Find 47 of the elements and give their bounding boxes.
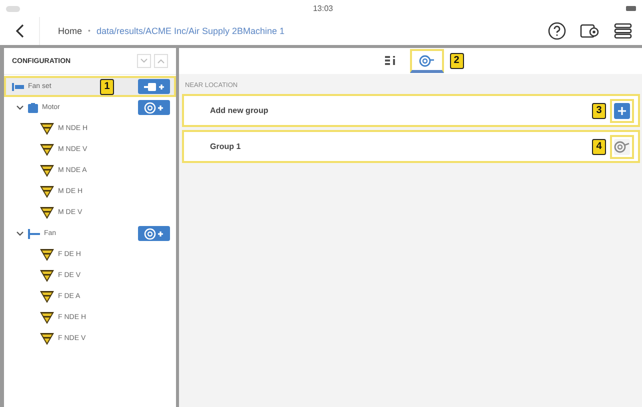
motor-icon <box>28 102 38 112</box>
fan-icon <box>28 228 40 238</box>
breadcrumb-path[interactable]: data/results/ACME Inc/Air Supply 2BMachine 1 <box>96 26 285 36</box>
add-sensor-icon <box>144 102 164 114</box>
sensor-point-icon <box>40 206 54 218</box>
chevron-up-icon <box>157 58 165 64</box>
sensor-icon <box>614 140 630 152</box>
menu-icon[interactable] <box>614 22 632 40</box>
group-row[interactable]: Add new group 3 <box>182 94 640 127</box>
tab[interactable] <box>410 49 444 73</box>
caret-icon[interactable] <box>16 230 24 236</box>
callout-badge: 3 <box>592 102 606 118</box>
add-point-button[interactable] <box>138 100 170 115</box>
group-row[interactable]: Group 1 4 <box>182 130 640 163</box>
signal-icon <box>6 6 20 12</box>
callout-badge: 2 <box>450 53 464 69</box>
sensor-point-icon <box>40 144 54 156</box>
sensor-point-icon <box>40 164 54 176</box>
add-group-button[interactable] <box>614 102 630 118</box>
group-label: Add new group <box>210 106 270 115</box>
add-component-icon <box>144 82 164 92</box>
add-point-button[interactable] <box>138 226 170 241</box>
callout-badge: 4 <box>592 138 606 154</box>
sensor-point-icon <box>40 332 54 344</box>
sensor-icon <box>418 54 434 66</box>
machine-icon <box>12 82 24 90</box>
callout-badge: 1 <box>100 78 114 94</box>
help-icon[interactable] <box>548 22 566 40</box>
camera-settings-icon[interactable] <box>580 22 600 40</box>
sensor-point-icon <box>40 312 54 324</box>
caret-icon[interactable] <box>16 104 24 110</box>
sensor-point-icon <box>40 270 54 282</box>
sensor-point-icon <box>40 248 54 260</box>
clock-time: 13:03 <box>312 4 334 13</box>
list-info-icon <box>384 56 396 64</box>
battery-icon <box>626 6 636 11</box>
back-icon <box>14 24 24 38</box>
group-label: Group 1 <box>210 142 242 151</box>
add-component-button[interactable] <box>138 79 170 94</box>
assign-sensor-button[interactable] <box>614 138 630 154</box>
breadcrumb-home[interactable]: Home <box>58 26 82 36</box>
sensor-point-icon <box>40 186 54 198</box>
sensor-point-icon <box>40 290 54 302</box>
chevron-down-icon <box>140 58 148 64</box>
sensor-point-icon <box>40 122 54 134</box>
plus-icon <box>618 106 626 114</box>
add-sensor-icon <box>144 228 164 240</box>
